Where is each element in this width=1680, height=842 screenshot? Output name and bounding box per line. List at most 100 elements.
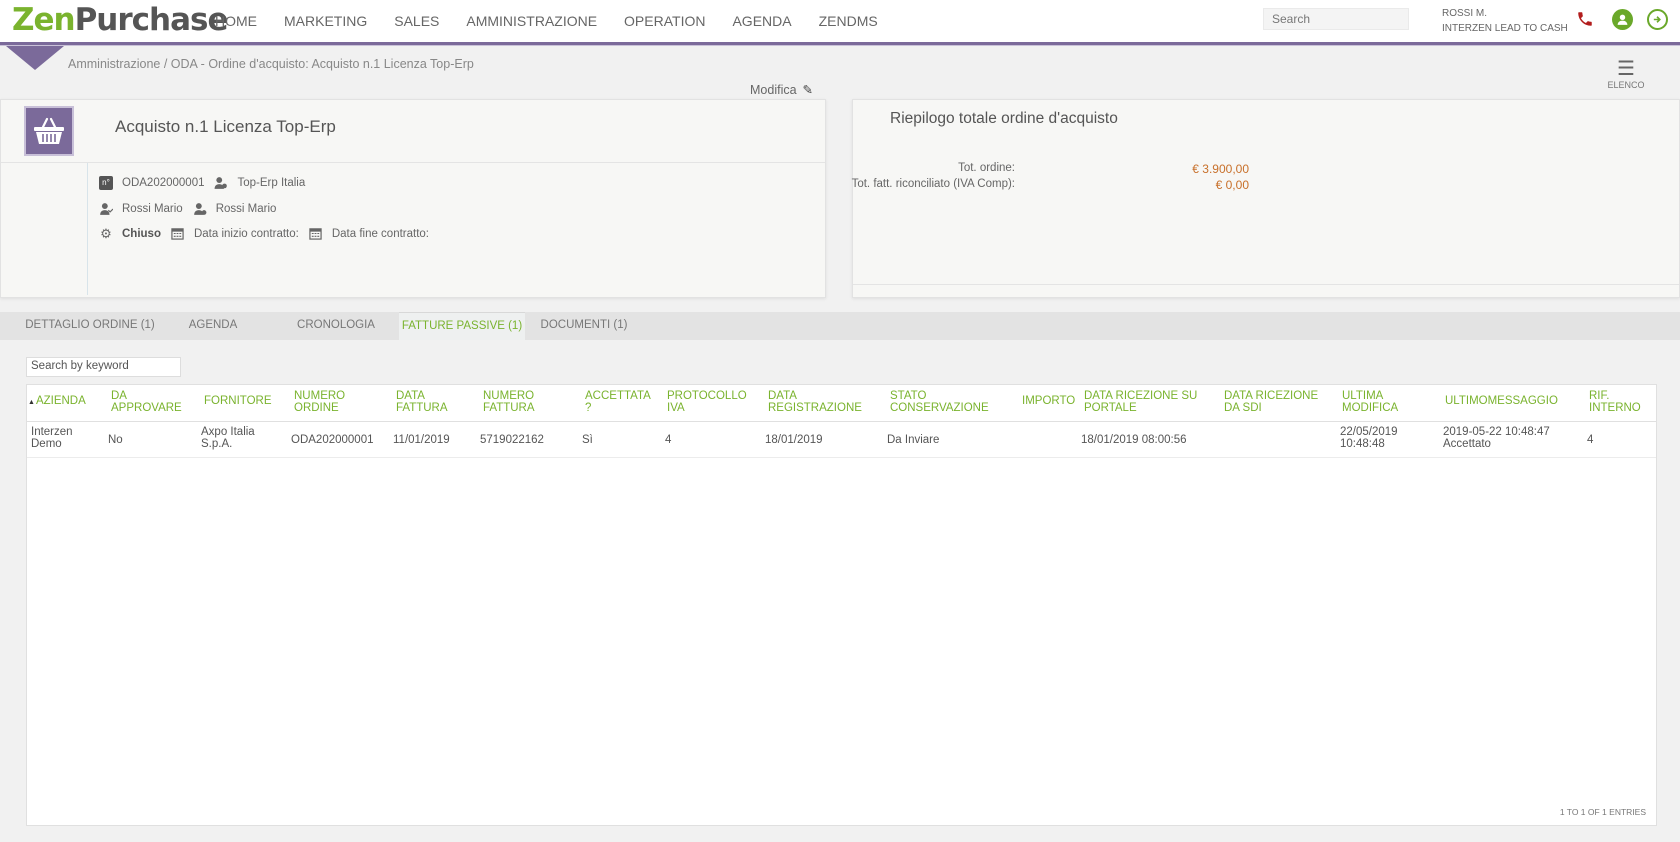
col-protocollo-iva[interactable]: PROTOCOLLO IVA xyxy=(667,390,747,414)
reconciled-value: € 0,00 xyxy=(1215,178,1249,192)
tab-cronologia[interactable]: CRONOLOGIA xyxy=(290,312,382,340)
col-ultima-modifica[interactable]: ULTIMA MODIFICA xyxy=(1342,390,1398,414)
user-avatar-icon[interactable] xyxy=(1612,9,1633,30)
owner-name-1: Rossi Mario xyxy=(122,203,183,215)
col-stato-conservazione[interactable]: STATO CONSERVAZIONE xyxy=(890,390,989,414)
nav-zendms[interactable]: ZENDMS xyxy=(819,13,878,29)
nav-sales[interactable]: SALES xyxy=(394,13,439,29)
col-data-ricezione-sdi[interactable]: DATA RICEZIONE DA SDI xyxy=(1224,390,1318,414)
cell-data-fattura: 11/01/2019 xyxy=(393,434,450,446)
col-fornitore[interactable]: FORNITORE xyxy=(204,395,272,408)
cell-da-approvare: No xyxy=(108,434,123,446)
col-da-approvare[interactable]: DA APPROVARE xyxy=(111,390,182,414)
order-card: Acquisto n.1 Licenza Top-Erp n° ODA20200… xyxy=(0,99,826,298)
cell-stato-conservazione: Da Inviare xyxy=(887,434,940,446)
list-icon: ☰ xyxy=(1617,58,1635,80)
assignee-icon xyxy=(193,202,207,216)
cell-azienda: Interzen Demo xyxy=(31,426,73,450)
breadcrumb[interactable]: Amministrazione / ODA - Ordine d'acquist… xyxy=(68,57,474,71)
cell-ultima-modifica: 22/05/2019 10:48:48 xyxy=(1340,426,1398,450)
logout-icon[interactable] xyxy=(1647,9,1668,30)
pencil-icon: ✎ xyxy=(802,83,814,97)
cell-fornitore: Axpo Italia S.p.A. xyxy=(201,426,255,450)
supplier-name: Top-Erp Italia xyxy=(237,177,306,189)
user-company: INTERZEN LEAD TO CASH xyxy=(1442,23,1568,34)
col-importo[interactable]: IMPORTO xyxy=(1022,395,1075,408)
main-nav: HOME MARKETING SALES AMMINISTRAZIONE OPE… xyxy=(215,13,905,29)
tab-dettaglio-ordine[interactable]: DETTAGLIO ORDINE (1) xyxy=(18,312,162,340)
cell-numero-fattura: 5719022162 xyxy=(480,434,544,446)
col-numero-fattura[interactable]: NUMERO FATTURA xyxy=(483,390,535,414)
sort-asc-icon: ▲ xyxy=(28,399,35,406)
summary-bottom-divider xyxy=(853,284,1679,285)
nav-marketing[interactable]: MARKETING xyxy=(284,13,367,29)
order-number-icon: n° xyxy=(99,176,113,190)
nav-amministrazione[interactable]: AMMINISTRAZIONE xyxy=(466,13,597,29)
phone-icon[interactable] xyxy=(1574,8,1596,30)
summary-title: Riepilogo totale ordine d'acquisto xyxy=(890,110,1118,127)
supplier-icon xyxy=(214,176,228,190)
order-info-row-1: n° ODA202000001 Top-Erp Italia xyxy=(99,176,305,190)
card-vertical-divider xyxy=(87,163,88,295)
owner-name-2: Rossi Mario xyxy=(215,203,277,215)
cell-ultimo-messaggio: 2019-05-22 10:48:47 Accettato xyxy=(1443,426,1550,450)
col-rif-interno[interactable]: RIF. INTERNO xyxy=(1589,390,1641,414)
table-row[interactable]: Interzen Demo No Axpo Italia S.p.A. ODA202… xyxy=(27,423,1656,458)
col-data-registrazione[interactable]: DATA REGISTRAZIONE xyxy=(768,390,862,414)
order-status: Chiuso xyxy=(122,228,161,240)
tab-fatture-passive[interactable]: FATTURE PASSIVE (1) xyxy=(399,312,525,340)
tab-documenti[interactable]: DOCUMENTI (1) xyxy=(538,312,630,340)
contract-start-label: Data inizio contratto: xyxy=(193,228,299,240)
order-title: Acquisto n.1 Licenza Top-Erp xyxy=(115,117,336,136)
summary-total-row: Tot. ordine: € 3.900,00 xyxy=(853,162,1249,176)
user-info[interactable]: ROSSI M. INTERZEN LEAD TO CASH xyxy=(1442,6,1568,36)
menu-toggle-triangle[interactable] xyxy=(6,46,64,70)
order-info-row-2: Rossi Mario Rossi Mario xyxy=(99,202,276,216)
col-accettata[interactable]: ACCETTATA? xyxy=(585,390,651,414)
edit-label: Modifica xyxy=(750,83,797,97)
order-code: ODA202000001 xyxy=(122,177,205,189)
tab-bar: DETTAGLIO ORDINE (1) AGENDA CRONOLOGIA F… xyxy=(0,312,1680,340)
col-azienda[interactable]: ▲AZIENDA xyxy=(28,395,86,409)
invoices-table: ▲AZIENDA DA APPROVARE FORNITORE NUMERO ORD… xyxy=(26,384,1657,826)
cell-protocollo-iva: 4 xyxy=(665,434,672,446)
owner-icon xyxy=(99,202,114,216)
table-header: ▲AZIENDA DA APPROVARE FORNITORE NUMERO ORD… xyxy=(27,385,1656,422)
top-bar: ZenPurchase HOME MARKETING SALES AMMINIS… xyxy=(0,0,1680,42)
logo-purchase-text: Purchase xyxy=(74,2,229,38)
keyword-search-input[interactable]: Search by keyword xyxy=(26,357,181,377)
list-button[interactable]: ☰ ELENCO xyxy=(1604,58,1648,90)
cell-accettata: Sì xyxy=(582,434,593,446)
total-order-value: € 3.900,00 xyxy=(1192,162,1249,176)
col-ultimo-messaggio[interactable]: ULTIMOMESSAGGIO xyxy=(1445,395,1558,408)
col-data-fattura[interactable]: DATA FATTURA xyxy=(396,390,448,414)
card-divider xyxy=(1,162,825,163)
summary-card: Riepilogo totale ordine d'acquisto Tot. … xyxy=(852,99,1680,298)
gear-icon: ⚙ xyxy=(100,226,112,241)
logo-zen-text: Zen xyxy=(12,2,76,38)
order-info-row-3: ⚙ Chiuso Data inizio contratto: Data fin… xyxy=(99,227,429,241)
contract-end-label: Data fine contratto: xyxy=(331,228,429,240)
tab-agenda[interactable]: AGENDA xyxy=(176,312,250,340)
nav-operation[interactable]: OPERATION xyxy=(624,13,705,29)
edit-button[interactable]: Modifica ✎ xyxy=(750,82,813,97)
topbar-divider-light xyxy=(0,45,1680,46)
list-button-label: ELENCO xyxy=(1607,80,1645,90)
cell-data-registrazione: 18/01/2019 xyxy=(765,434,823,446)
col-numero-ordine[interactable]: NUMERO ORDINE xyxy=(294,390,345,414)
calendar-end-icon xyxy=(309,227,323,241)
app-logo[interactable]: ZenPurchase xyxy=(12,2,228,38)
cell-data-ricezione-portale: 18/01/2019 08:00:56 xyxy=(1081,434,1187,446)
summary-reconciled-row: Tot. fatt. riconciliato (IVA Comp): € 0,… xyxy=(851,178,1249,192)
calendar-start-icon xyxy=(171,227,185,241)
nav-agenda[interactable]: AGENDA xyxy=(732,13,791,29)
user-name: ROSSI M. xyxy=(1442,8,1488,19)
col-data-ricezione-portale[interactable]: DATA RICEZIONE SU PORTALE xyxy=(1084,390,1197,414)
nav-home[interactable]: HOME xyxy=(215,13,257,29)
search-input[interactable]: Search xyxy=(1263,8,1409,30)
cell-rif-interno: 4 xyxy=(1587,434,1594,446)
total-order-label: Tot. ordine: xyxy=(958,162,1015,174)
basket-icon xyxy=(24,106,74,156)
cell-numero-ordine: ODA202000001 xyxy=(291,434,374,446)
reconciled-label: Tot. fatt. riconciliato (IVA Comp): xyxy=(851,178,1015,190)
